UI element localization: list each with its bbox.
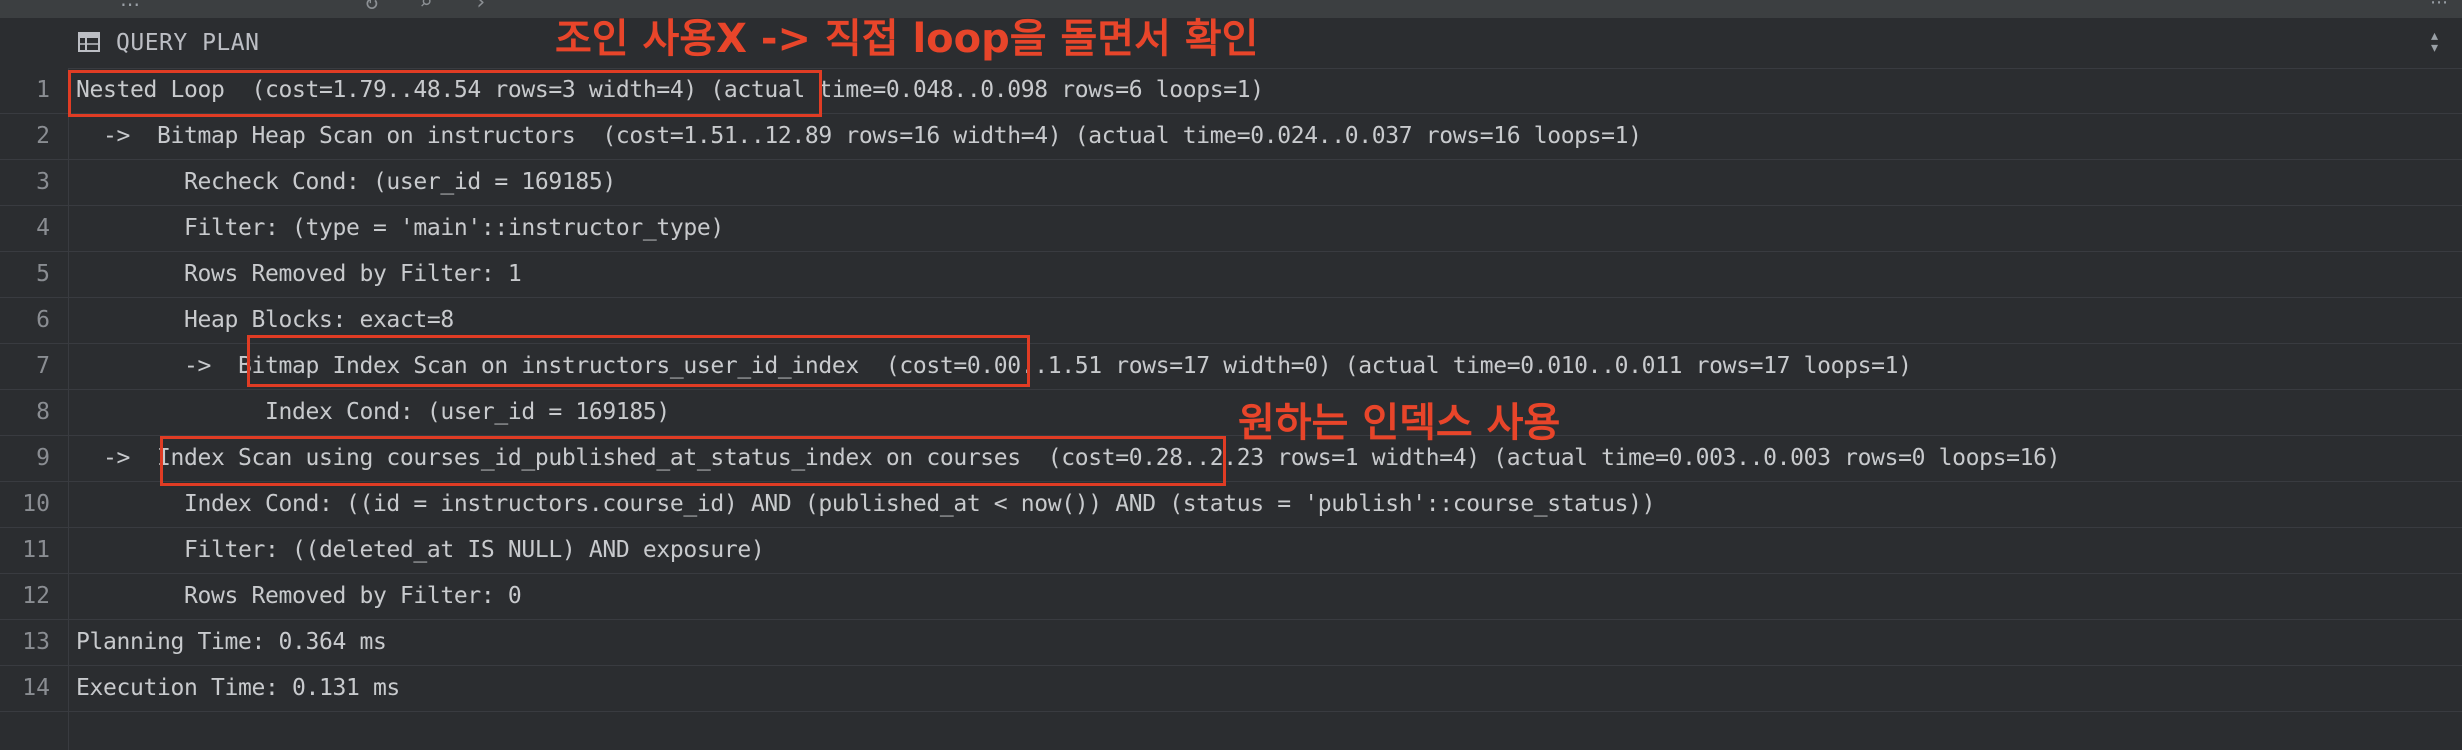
toolbar-icons[interactable]: ↻ ⌕ ›: [365, 0, 501, 15]
query-plan-cell[interactable]: Heap Blocks: exact=8: [76, 298, 454, 343]
query-plan-cell[interactable]: Rows Removed by Filter: 0: [76, 574, 522, 619]
toolbar-overflow-text: ⋯: [120, 0, 140, 16]
table-row[interactable]: 5 Rows Removed by Filter: 1: [0, 252, 2462, 298]
column-title: QUERY PLAN: [116, 30, 260, 56]
query-plan-cell[interactable]: -> Index Scan using courses_id_published…: [76, 436, 2060, 481]
row-number: 4: [36, 215, 50, 241]
row-number: 12: [22, 583, 50, 609]
row-number: 6: [36, 307, 50, 333]
row-number: 3: [36, 169, 50, 195]
row-number: 14: [22, 675, 50, 701]
table-row[interactable]: 12 Rows Removed by Filter: 0: [0, 574, 2462, 620]
sort-updown-icon[interactable]: ▴ ▾: [2429, 27, 2440, 57]
query-plan-rows: 1 Nested Loop (cost=1.79..48.54 rows=3 wi…: [0, 68, 2462, 712]
row-number: 10: [22, 491, 50, 517]
query-plan-cell[interactable]: Index Cond: ((id = instructors.course_id…: [76, 482, 1656, 527]
row-number: 11: [22, 537, 50, 563]
query-plan-cell[interactable]: -> Bitmap Index Scan on instructors_user…: [76, 344, 1912, 389]
table-row[interactable]: 8 Index Cond: (user_id = 169185): [0, 390, 2462, 436]
table-row[interactable]: 1 Nested Loop (cost=1.79..48.54 rows=3 wi…: [0, 68, 2462, 114]
query-plan-cell[interactable]: Rows Removed by Filter: 1: [76, 252, 522, 297]
table-row[interactable]: 2 -> Bitmap Heap Scan on instructors (co…: [0, 114, 2462, 160]
row-number: 9: [36, 445, 50, 471]
table-row[interactable]: 14 Execution Time: 0.131 ms: [0, 666, 2462, 712]
table-row[interactable]: 10 Index Cond: ((id = instructors.course…: [0, 482, 2462, 528]
query-plan-cell[interactable]: -> Bitmap Heap Scan on instructors (cost…: [76, 114, 1642, 159]
table-row[interactable]: 13 Planning Time: 0.364 ms: [0, 620, 2462, 666]
query-plan-cell[interactable]: Execution Time: 0.131 ms: [76, 666, 400, 711]
table-row[interactable]: 3 Recheck Cond: (user_id = 169185): [0, 160, 2462, 206]
query-plan-cell[interactable]: Nested Loop (cost=1.79..48.54 rows=3 wid…: [76, 68, 1264, 113]
query-plan-cell[interactable]: Filter: (type = 'main'::instructor_type): [76, 206, 724, 251]
row-number: 2: [36, 123, 50, 149]
table-row[interactable]: 9 -> Index Scan using courses_id_publish…: [0, 436, 2462, 482]
row-number: 5: [36, 261, 50, 287]
toolbar-right-overflow: ⋯: [2430, 0, 2448, 13]
query-plan-cell[interactable]: Index Cond: (user_id = 169185): [76, 390, 670, 435]
row-number: 13: [22, 629, 50, 655]
annotation-index-note: 원하는 인덱스 사용: [1238, 400, 1561, 446]
query-plan-cell[interactable]: Planning Time: 0.364 ms: [76, 620, 387, 665]
row-number: 7: [36, 353, 50, 379]
row-number: 1: [36, 77, 50, 103]
query-plan-cell[interactable]: Recheck Cond: (user_id = 169185): [76, 160, 616, 205]
table-row[interactable]: 11 Filter: ((deleted_at IS NULL) AND exp…: [0, 528, 2462, 574]
row-number: 8: [36, 399, 50, 425]
table-grid-icon: [78, 32, 100, 52]
table-row[interactable]: 6 Heap Blocks: exact=8: [0, 298, 2462, 344]
query-plan-cell[interactable]: Filter: ((deleted_at IS NULL) AND exposu…: [76, 528, 765, 573]
table-row[interactable]: 7 -> Bitmap Index Scan on instructors_us…: [0, 344, 2462, 390]
annotation-join-note: 조인 사용X -> 직접 loop을 돌면서 확인: [555, 16, 1259, 62]
result-column-header[interactable]: QUERY PLAN ▴ ▾: [68, 18, 2462, 69]
table-row[interactable]: 4 Filter: (type = 'main'::instructor_typ…: [0, 206, 2462, 252]
